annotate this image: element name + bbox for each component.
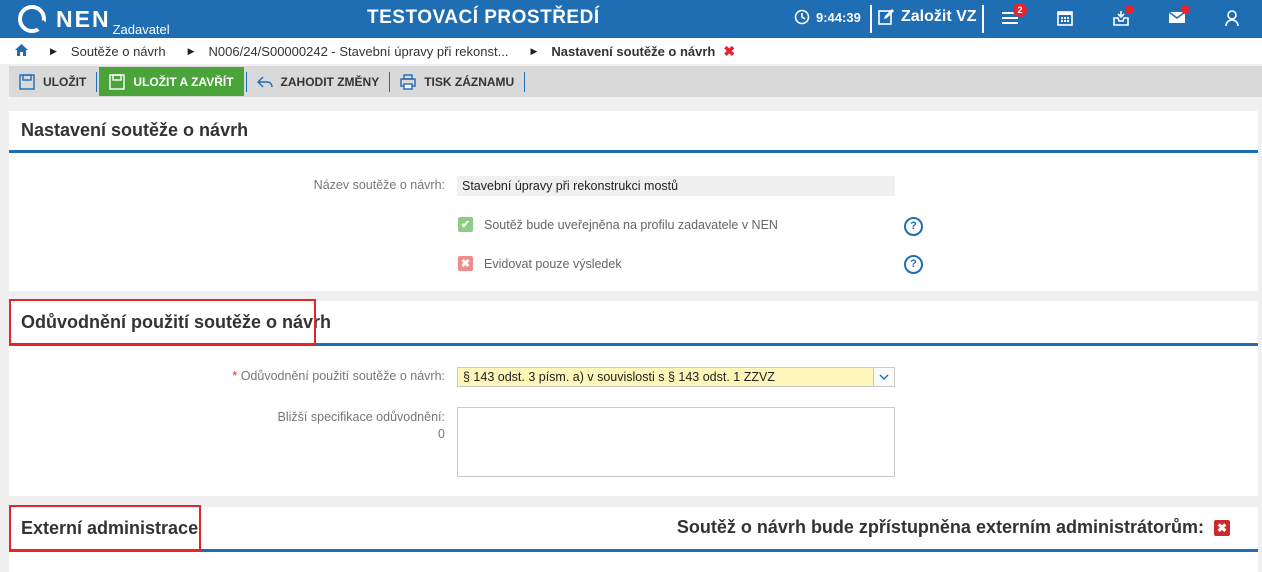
required-marker: * [232,369,238,383]
chevron-right-icon: ▶ [50,45,57,56]
top-bar: NEN Zadavatel TESTOVACÍ PROSTŘEDÍ 9:44:3… [0,0,1262,38]
checkmark-icon: ✔ [458,217,473,232]
user-button[interactable] [1224,9,1240,30]
messages-button[interactable] [1168,5,1190,28]
menu-badge: 2 [1013,3,1027,17]
calendar-button[interactable] [1057,9,1073,30]
breadcrumb-item-competitions[interactable]: Soutěže o návrh [71,44,166,59]
justification-select[interactable]: § 143 odst. 3 písm. a) v souvislosti s §… [457,367,895,387]
print-record-label: TISK ZÁZNAMU [424,74,515,89]
user-icon [1225,10,1239,27]
print-record-button[interactable]: TISK ZÁZNAMU [390,66,524,97]
calendar-icon [1057,11,1073,26]
chevron-down-icon[interactable] [873,368,894,386]
competition-settings-panel: Nastavení soutěže o návrh Název soutěže … [9,111,1258,291]
save-and-close-label: ULOŽIT A ZAVŘÍT [133,74,234,89]
nen-logo[interactable]: NEN Zadavatel [18,5,170,37]
save-icon [19,73,35,90]
print-icon [400,73,416,90]
record-result-only-checkbox[interactable]: ✖ Evidovat pouze výsledek [458,256,622,271]
save-label: ULOŽIT [43,74,87,89]
edit-icon [878,9,894,25]
home-icon [15,43,28,56]
specification-label-text: Bližší specifikace odůvodnění: [277,410,445,424]
divider [982,5,984,33]
external-access-value-icon[interactable]: ✖ [1214,519,1230,536]
action-toolbar: ULOŽIT ULOŽIT A ZAVŘÍT ZAHODIT ZMĚNY TIS… [9,66,1262,97]
home-link[interactable] [15,43,28,59]
record-result-only-label: Evidovat pouze výsledek [484,256,622,271]
specification-char-count: 0 [438,427,445,441]
justification-value: § 143 odst. 3 písm. a) v souvislosti s §… [463,370,775,384]
create-contract-label: Založit VZ [901,8,977,25]
competition-name-field: Stavební úpravy při rekonstrukci mostů [457,176,895,196]
divider [870,5,872,33]
divider [96,71,98,92]
inbox-notification-dot [1125,5,1134,14]
close-tab-icon[interactable]: ✖ [723,43,735,60]
discard-changes-label: ZAHODIT ZMĚNY [280,74,380,89]
save-icon [109,73,126,90]
breadcrumb: ▶ Soutěže o návrh ▶ N006/24/S00000242 - … [0,38,1262,64]
logo-subtitle: Zadavatel [112,22,170,37]
chevron-right-icon: ▶ [187,45,195,56]
divider [524,71,526,92]
discard-changes-button[interactable]: ZAHODIT ZMĚNY [247,66,390,97]
highlight-box [9,505,201,551]
breadcrumb-current: Nastavení soutěže o návrh [551,43,716,59]
help-icon[interactable]: ? [904,255,923,274]
save-and-close-button[interactable]: ULOŽIT A ZAVŘÍT [99,67,244,96]
session-clock: 9:44:39 [794,9,861,25]
section-title: Nastavení soutěže o návrh [9,111,1258,153]
menu-button[interactable]: 2 [1001,3,1027,30]
save-button[interactable]: ULOŽIT [9,66,96,97]
specification-label: Bližší specifikace odůvodnění: 0 [209,409,445,443]
justification-label: * Odůvodnění použití soutěže o návrh: [179,369,445,383]
competition-name-label: Název soutěže o návrh: [313,178,445,192]
logo-mark-icon [18,5,46,33]
inbox-button[interactable] [1112,5,1134,30]
logo-name: NEN [56,6,111,32]
publish-on-profile-checkbox[interactable]: ✔ Soutěž bude uveřejněna na profilu zada… [458,217,778,232]
create-contract-button[interactable]: Založit VZ [877,8,977,26]
undo-icon [256,76,273,87]
environment-title: TESTOVACÍ PROSTŘEDÍ [367,7,600,28]
external-access-setting: Soutěž o návrh bude zpřístupněna externí… [677,517,1230,538]
specification-textarea[interactable] [457,407,895,477]
clock-time: 9:44:39 [816,9,861,25]
external-access-label: Soutěž o návrh bude zpřístupněna externí… [676,517,1204,537]
help-icon[interactable]: ? [904,217,923,236]
chevron-right-icon: ▶ [530,45,538,56]
highlight-box [9,299,316,345]
breadcrumb-item-contract[interactable]: N006/24/S00000242 - Stavební úpravy při … [209,44,509,59]
publish-on-profile-label: Soutěž bude uveřejněna na profilu zadava… [484,217,778,232]
clock-icon [794,9,810,25]
justification-label-text: Odůvodnění použití soutěže o návrh: [240,369,445,383]
messages-notification-dot [1181,5,1190,14]
cross-icon: ✖ [458,256,473,271]
